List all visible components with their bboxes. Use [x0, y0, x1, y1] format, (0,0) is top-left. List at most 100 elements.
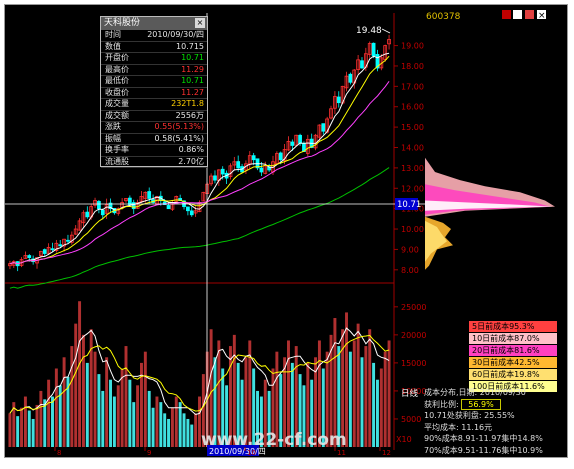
volume-unit: X10 [396, 435, 412, 444]
volume-bar [387, 340, 391, 447]
tooltip-row-key: 开盘价 [105, 53, 129, 62]
volume-bar [186, 418, 190, 447]
volume-bar [124, 346, 128, 447]
price-axis-label: 14.00 [401, 144, 424, 153]
current-price-label: 10.71 [397, 200, 421, 210]
volume-bar [333, 318, 337, 447]
tooltip-close-button[interactable]: × [195, 18, 205, 28]
candle-body [186, 206, 190, 212]
price-axis-label: 8.00 [401, 266, 419, 275]
tooltip-row-value: 10.71 [181, 76, 204, 85]
period-label[interactable]: 日线 [401, 388, 419, 399]
volume-bar [81, 334, 85, 447]
tooltip-row-key: 收盘价 [105, 87, 129, 97]
tooltip-row: 涨跌 0.55(5.13%) [101, 122, 207, 134]
kline-chart-window[interactable]: 19.00 18.00 17.00 16.00 15.00 14.00 13.00 12.00… [4, 4, 568, 458]
cost-info-90: 90%成本8.91-11.97集中14.8% [424, 434, 543, 443]
toolbar-icons[interactable]: × [502, 10, 546, 21]
x-tick-label: 10 [247, 449, 256, 457]
volume-bar [35, 404, 39, 447]
tooltip-row: 成交量 232T1.8 [101, 99, 207, 111]
volume-bar [360, 357, 364, 447]
stock-code: 600378 [426, 12, 461, 22]
volume-bar [8, 413, 12, 447]
tooltip-row-value: 0.58(5.41%) [154, 133, 204, 143]
cost-info-70: 70%成本9.51-11.76集中10.9% [424, 445, 543, 455]
tooltip-row-value: 10.715 [176, 41, 204, 51]
tooltip-title-bar: 天科股份 × [101, 17, 207, 30]
volume-bar [105, 357, 109, 447]
tooltip-row: 流通股 2.70亿 [101, 156, 207, 168]
candle-body [336, 96, 341, 104]
price-axis-label: 16.00 [401, 103, 424, 112]
volume-axis-label: 15000 [401, 359, 426, 368]
price-grid: 19.00 18.00 17.00 16.00 15.00 14.00 13.00 12.00… [394, 42, 426, 424]
high-annotation-arrow [381, 28, 391, 34]
volume-bar [136, 385, 140, 447]
volume-bar [85, 362, 89, 447]
candle-body [259, 167, 264, 173]
volume-bar [155, 396, 159, 447]
cost-legend-item: 60日前成本19.8% [469, 369, 557, 380]
volume-axis-label: 20000 [401, 331, 426, 340]
volume-bar [364, 346, 368, 447]
volume-bar [170, 407, 174, 447]
candle-body [42, 249, 47, 254]
cost-legend-item: 5日前成本95.3% [469, 321, 557, 332]
volume-bar [97, 374, 101, 447]
volume-bar [190, 424, 194, 447]
volume-bar [159, 402, 163, 447]
price-axis-label: 12.00 [401, 184, 424, 193]
tooltip-row-value: 2.70亿 [178, 156, 204, 166]
volume-bar [23, 396, 27, 447]
volume-bar [16, 416, 20, 447]
volume-bar [20, 407, 24, 447]
profit-ratio-value: 56.9% [461, 398, 501, 410]
tooltip-row-value: 2010/09/30/四 [147, 30, 204, 39]
tooltip-row: 最高价 11.29 [101, 65, 207, 76]
tooltip-row-value: 0.55(5.13%) [154, 122, 204, 131]
price-axis-label: 17.00 [401, 82, 424, 91]
tooltip-row-key: 振幅 [105, 133, 121, 143]
cost-legend-item: 20日前成本81.6% [469, 345, 557, 356]
tooltip-row: 成交额 2556万 [101, 111, 207, 122]
candle-body [97, 201, 101, 210]
volume-bar [74, 323, 78, 447]
volume-bar [70, 346, 74, 447]
volume-bar [112, 396, 116, 447]
candle-body [236, 161, 241, 169]
candle-body [213, 175, 217, 181]
cost-info-date: 成本分布,日期: 2010/09/30 [424, 388, 526, 397]
candle-body [360, 60, 364, 69]
candle-body [298, 134, 302, 144]
watermark: www.22-cf.com [201, 430, 347, 450]
volume-bar [101, 390, 105, 447]
candle-body [131, 202, 136, 210]
price-axis-label: 10.00 [401, 225, 424, 234]
tooltip-row-value: 10.71 [181, 53, 204, 62]
volume-bar [194, 413, 198, 447]
cost-info-average: 平均成本: 11.16元 [424, 422, 493, 432]
volume-bar [178, 402, 182, 447]
tooltip-row-key: 最低价 [105, 76, 129, 85]
tooltip-rows: 时间 2010/09/30/四 数值 10.715 开盘价 10.71 最高价 11.29 最低… [101, 30, 207, 168]
tooltip-row-key: 时间 [105, 30, 121, 39]
flag-icon [502, 10, 511, 19]
cost-legend: 5日前成本95.3% 10日前成本87.0% 20日前成本81.6% 30日前成本42… [469, 321, 557, 393]
tooltip-row-value: 0.86% [178, 145, 204, 154]
volume-axis-label: 25000 [401, 303, 426, 312]
volume-bar [174, 396, 178, 447]
volume-bar [109, 379, 112, 447]
volume-bars-layer [8, 301, 391, 447]
tooltip-row: 振幅 0.58(5.41%) [101, 133, 207, 145]
volume-bar [368, 329, 372, 447]
volume-axis-label: 5000 [401, 415, 421, 424]
candle-body [100, 209, 105, 216]
volume-bar [143, 351, 147, 447]
tooltip-row: 数值 10.715 [101, 41, 207, 53]
volume-bar [31, 418, 35, 447]
tooltip-row-key: 换手率 [105, 145, 129, 154]
volume-bar [379, 368, 383, 447]
cost-distribution-profile [425, 157, 555, 270]
volume-bar [27, 410, 31, 447]
